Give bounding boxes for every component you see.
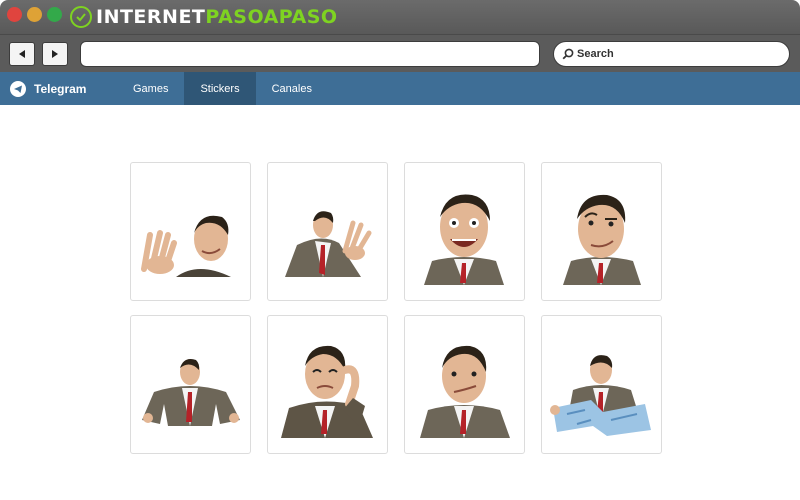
sticker-card[interactable] [267,315,388,454]
telegram-title: Telegram [34,81,87,96]
raised-eyebrow-face-sticker-icon [562,194,641,285]
telegram-logo-icon [10,80,26,97]
logo-text: INTERNETPASOAPASO [96,6,338,28]
sticker-card[interactable] [404,162,525,301]
sticker-card[interactable] [130,315,251,454]
sticker-card[interactable] [130,162,251,301]
logo-icon [70,6,92,28]
sticker-card[interactable] [541,315,662,454]
telegram-nav: Telegram Games Stickers Canales [0,72,800,105]
sticker-card[interactable] [267,162,388,301]
telegram-brand[interactable]: Telegram [0,72,117,105]
site-logo: INTERNETPASOAPASO [70,5,338,29]
forward-button[interactable] [42,42,68,66]
browser-toolbar: Search [0,34,800,72]
sticker-card[interactable] [541,162,662,301]
minimize-window-button[interactable] [27,7,42,22]
address-bar[interactable] [80,41,540,67]
waving-man-suit-sticker-icon [284,210,371,277]
arrow-right-icon [52,50,58,58]
grinning-face-sticker-icon [423,193,504,285]
search-input[interactable]: Search [553,41,790,67]
search-icon [562,48,574,60]
hands-on-hips-sticker-icon [141,358,240,426]
close-window-button[interactable] [7,7,22,22]
sticker-card[interactable] [404,315,525,454]
smirk-face-sticker-icon [419,345,510,438]
tab-canales[interactable]: Canales [256,72,328,105]
tab-stickers[interactable]: Stickers [184,72,256,105]
reading-map-sticker-icon [549,354,651,436]
maximize-window-button[interactable] [47,7,62,22]
search-placeholder: Search [577,48,614,60]
arrow-left-icon [19,50,25,58]
logo-text-part1: INTERNET [96,6,206,28]
back-button[interactable] [9,42,35,66]
logo-text-part2: PASOAPASO [205,6,338,28]
scratching-head-sticker-icon [280,345,373,438]
tab-games[interactable]: Games [117,72,184,105]
waving-man-sticker-icon [140,215,231,277]
sticker-grid [130,162,662,454]
browser-titlebar: INTERNETPASOAPASO [0,0,800,34]
